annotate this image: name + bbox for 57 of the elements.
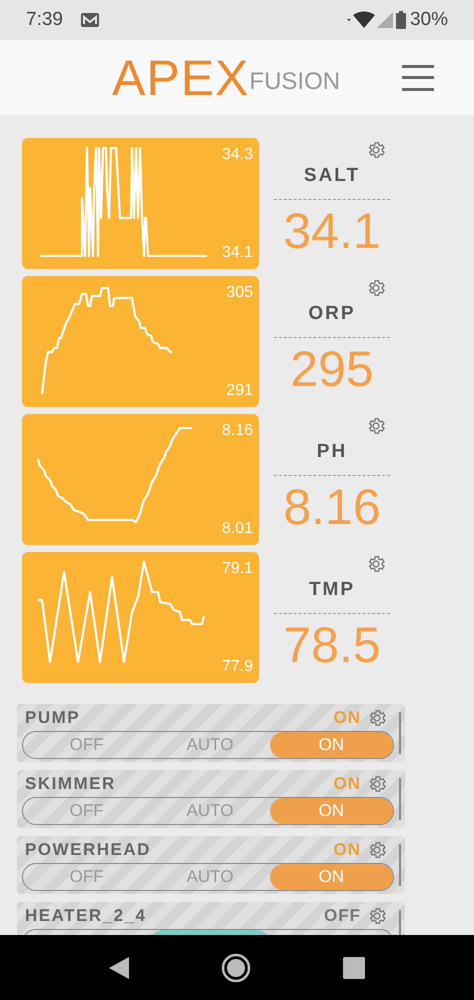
outlet-status: OFF <box>324 905 361 928</box>
mode-option[interactable]: AUTO <box>150 798 270 824</box>
chart-max-label: 79.1 <box>222 559 253 579</box>
settings-icon[interactable] <box>367 774 387 794</box>
probe-name: SALT <box>304 164 360 188</box>
settings-icon[interactable] <box>367 840 387 860</box>
settings-icon[interactable] <box>366 416 386 436</box>
outlet-status: ON <box>334 839 361 862</box>
mode-option[interactable]: ON <box>270 798 393 824</box>
outlet-name: HEATER_2_4 <box>25 905 146 928</box>
battery-icon <box>396 11 406 29</box>
chart-min-label: 77.9 <box>222 657 253 677</box>
logo-subtext: FUSION <box>249 66 340 96</box>
outlet-name: SKIMMER <box>25 773 116 796</box>
probe-value: 295 <box>290 344 374 394</box>
mode-option[interactable]: OFF <box>23 864 150 890</box>
probe-name: ORP <box>308 302 356 326</box>
outlet-name: POWERHEAD <box>25 839 151 862</box>
mode-option[interactable]: ON <box>270 732 393 758</box>
mail-icon <box>80 13 99 27</box>
logo-text: APEX <box>112 52 250 102</box>
chart-card[interactable]: 8.16 8.01 <box>22 414 259 545</box>
chart-max-label: 305 <box>226 283 253 303</box>
recents-icon[interactable] <box>343 956 365 978</box>
outlet-status: ON <box>334 773 361 796</box>
wifi-icon <box>346 11 375 29</box>
back-icon[interactable] <box>109 956 129 978</box>
chart-min-label: 291 <box>226 381 253 401</box>
probe-name: TMP <box>308 578 356 602</box>
home-icon[interactable] <box>221 952 251 982</box>
chart-card[interactable]: 305 291 <box>22 276 259 407</box>
signal-icon <box>376 12 393 28</box>
mode-option[interactable]: ON <box>270 864 393 890</box>
battery-level: 30% <box>410 8 448 32</box>
chart-max-label: 34.3 <box>222 145 253 165</box>
chart-min-label: 8.01 <box>222 519 253 539</box>
outlet-status: ON <box>334 707 361 730</box>
settings-icon[interactable] <box>366 554 386 574</box>
chart-max-label: 8.16 <box>222 421 253 441</box>
status-time: 7:39 <box>26 8 63 32</box>
settings-icon[interactable] <box>366 278 386 298</box>
outlet-name: PUMP <box>25 707 80 730</box>
mode-option[interactable]: AUTO <box>150 864 270 890</box>
settings-icon[interactable] <box>367 708 387 728</box>
probe-value: 34.1 <box>283 206 381 256</box>
probe-name: PH <box>316 440 348 464</box>
chart-card[interactable]: 34.3 34.1 <box>22 138 259 269</box>
probe-value: 8.16 <box>283 482 381 532</box>
settings-icon[interactable] <box>367 906 387 926</box>
menu-icon[interactable] <box>402 64 434 90</box>
mode-option[interactable]: AUTO <box>150 732 270 758</box>
mode-option[interactable]: OFF <box>23 798 150 824</box>
chart-min-label: 34.1 <box>222 243 253 263</box>
probe-value: 78.5 <box>283 620 381 670</box>
mode-option[interactable]: OFF <box>23 732 150 758</box>
settings-icon[interactable] <box>366 140 386 160</box>
chart-card[interactable]: 79.1 77.9 <box>22 552 259 683</box>
